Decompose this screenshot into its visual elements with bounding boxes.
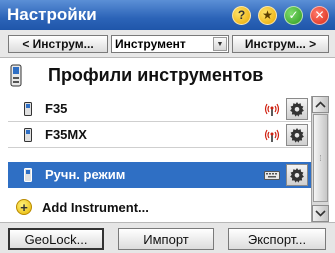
navigation-toolbar: < Инструм... Инструмент ▼ Инструм... > <box>0 30 335 58</box>
radio-antenna-icon <box>264 103 280 116</box>
settings-gear-button[interactable] <box>286 123 308 146</box>
window-title: Настройки <box>7 5 97 24</box>
page-select-value: Инструмент <box>115 37 186 51</box>
page-select-dropdown[interactable]: Инструмент ▼ <box>111 35 229 53</box>
page-title: Профили инструментов <box>48 65 264 85</box>
list-item[interactable]: F35 <box>8 96 311 122</box>
title-bar-icons: ? ★ ✓ ✕ <box>232 5 329 25</box>
help-icon[interactable]: ? <box>232 5 251 25</box>
radio-antenna-icon <box>264 129 280 142</box>
settings-gear-button[interactable] <box>286 97 308 120</box>
instrument-device-icon <box>24 127 32 142</box>
gear-icon <box>290 101 304 117</box>
scroll-up-button[interactable] <box>312 96 329 113</box>
chevron-down-icon[interactable]: ▼ <box>213 37 227 51</box>
plus-circle-icon: + <box>16 199 32 215</box>
geolock-button[interactable]: GeoLock... <box>8 228 104 250</box>
ok-icon[interactable]: ✓ <box>284 5 303 25</box>
chevron-down-icon <box>315 210 326 217</box>
bottom-button-bar: GeoLock... Импорт Экспорт... <box>0 222 335 253</box>
instrument-device-icon <box>24 167 32 182</box>
instrument-device-icon <box>24 101 32 116</box>
page-header: Профили инструментов <box>0 58 335 94</box>
keyboard-icon <box>264 170 280 180</box>
add-instrument-label: Add Instrument... <box>42 199 149 215</box>
list-scrollbar[interactable]: ⁞ <box>311 96 329 222</box>
instrument-device-icon <box>10 64 22 87</box>
close-icon[interactable]: ✕ <box>310 5 329 25</box>
title-bar: Настройки ? ★ ✓ ✕ <box>0 0 335 30</box>
previous-page-button[interactable]: < Инструм... <box>8 35 108 53</box>
list-item[interactable]: F35MX <box>8 122 311 148</box>
scroll-thumb[interactable]: ⁞ <box>313 114 328 202</box>
scroll-down-button[interactable] <box>312 205 329 222</box>
import-button[interactable]: Импорт <box>118 228 214 250</box>
favorites-star-icon[interactable]: ★ <box>258 5 277 25</box>
instrument-profile-list: F35 F35MX Ручн. режим + Add Instrument..… <box>8 96 311 222</box>
list-item-label: Ручн. режим <box>45 167 126 182</box>
gear-icon <box>290 167 304 183</box>
list-item-label: F35MX <box>45 127 87 142</box>
chevron-up-icon <box>315 101 326 108</box>
next-page-button[interactable]: Инструм... > <box>232 35 329 53</box>
export-button[interactable]: Экспорт... <box>228 228 326 250</box>
gear-icon <box>290 127 304 143</box>
add-instrument-item[interactable]: + Add Instrument... <box>8 194 311 220</box>
list-item-label: F35 <box>45 101 68 116</box>
settings-gear-button[interactable] <box>286 163 308 186</box>
list-item[interactable]: Ручн. режим <box>8 162 311 188</box>
